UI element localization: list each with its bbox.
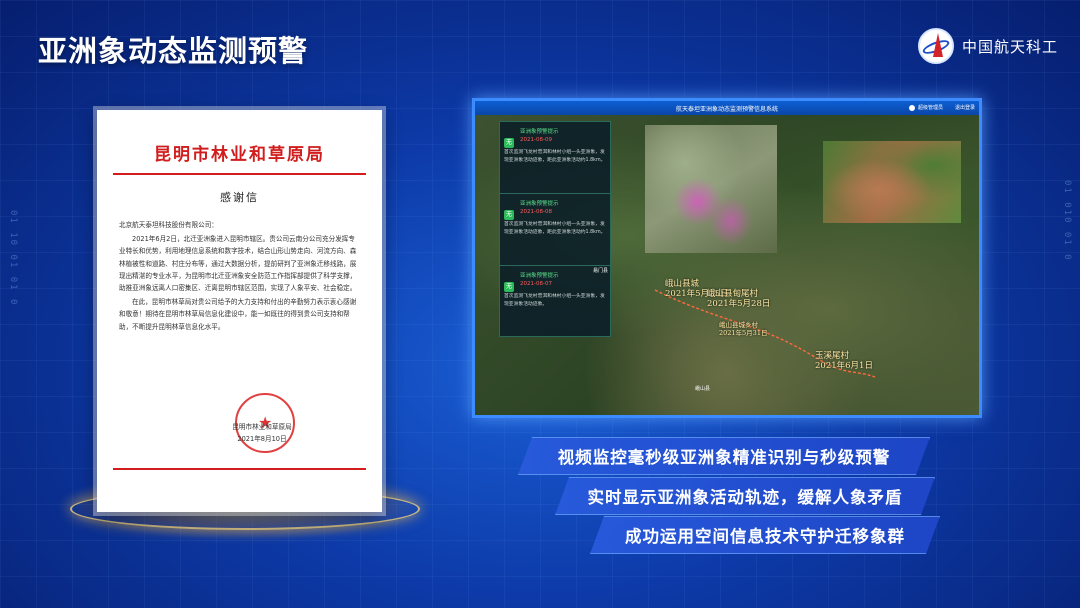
alert-date: 2021-08-09 (520, 137, 552, 143)
letter-org-name: 昆明市林业和草原局 (154, 145, 325, 165)
letter-recipient: 北京航天泰坦科技股份有限公司： (119, 221, 218, 229)
alert-item[interactable]: 无 亚洲象预警提示 2021-08-07 首次监测飞龙村普洱和林村小组一头亚洲象… (500, 266, 610, 338)
letter-signature: 昆明市林业和草原局 2021年8月10日 (222, 421, 302, 445)
decorative-binary-left: 01 10 01 01 0 (8, 210, 18, 307)
user-menu[interactable]: 超级管理员 (908, 104, 943, 111)
signature-org: 昆明市林业和草原局 (232, 423, 292, 431)
alert-item[interactable]: 无 亚洲象预警提示 2021-08-09 首次监测飞龙村普洱和林村小组一头亚洲象… (500, 122, 610, 194)
map-county-label: 峨山县 (695, 386, 711, 392)
casic-logo-icon (917, 28, 954, 64)
user-avatar-icon (908, 104, 915, 111)
alert-title: 亚洲象预警提示 (520, 201, 559, 207)
letter-header-rule (113, 173, 366, 175)
elephant-herd-photo[interactable] (645, 125, 777, 253)
letter-title: 感谢信 (220, 191, 259, 204)
map-location-label: 峨山县甸尾村 2021年5月28日 (707, 289, 771, 309)
page-title: 亚洲象动态监测预警 (38, 34, 309, 68)
map-location-label: 峨山县城乡村 2021年5月31日 (719, 321, 768, 337)
letter-body: 北京航天泰坦科技股份有限公司： 2021年6月2日，北迁亚洲象进入昆明市辖区。贵… (119, 219, 360, 333)
alert-list: 无 亚洲象预警提示 2021-08-09 首次监测飞龙村普洱和林村小组一头亚洲象… (499, 121, 611, 337)
user-label: 超级管理员 (917, 105, 943, 111)
brand-name: 中国航天科工 (961, 37, 1058, 56)
system-screen: 航天泰坦亚洲象动态监测预警信息系统 超级管理员 退出登录 无 亚洲象预警提示 2… (472, 98, 982, 418)
alert-text: 首次监测飞龙村普洱和林村小组一头亚洲象，发现亚洲象活动迹象，距此亚洲象活动约1.… (504, 150, 606, 163)
alert-title: 亚洲象预警提示 (520, 129, 559, 135)
feature-banner-tracking: 实时显示亚洲象活动轨迹，缓解人象矛盾 (555, 477, 935, 515)
alert-date: 2021-08-07 (520, 281, 552, 287)
letter-footer-rule (113, 468, 366, 470)
satellite-map[interactable]: 无 亚洲象预警提示 2021-08-09 首次监测飞龙村普洱和林村小组一头亚洲象… (475, 115, 979, 415)
alert-item[interactable]: 无 亚洲象预警提示 2021-08-08 首次监测飞龙村普洱和林村小组一头亚洲象… (500, 194, 610, 266)
alert-badge: 无 (504, 138, 514, 148)
feature-banner-recognition: 视频监控毫秒级亚洲象精准识别与秒级预警 (518, 437, 930, 475)
alert-date: 2021-08-08 (520, 209, 552, 215)
alert-badge: 无 (504, 210, 514, 220)
alert-text: 首次监测飞龙村普洱和林村小组一头亚洲象，发现亚洲象活动迹象。 (504, 294, 605, 307)
letter-paragraph: 在此，昆明市林草局对贵公司给予的大力支持和付出的辛勤努力表示衷心感谢和敬意！期待… (119, 298, 357, 331)
brand: 中国航天科工 (917, 28, 1058, 64)
map-county-label: 易门县 (593, 268, 609, 274)
elephant-trail-photo[interactable] (823, 141, 961, 223)
decorative-binary-right: 01 010 01 0 (1062, 180, 1072, 262)
thank-you-letter: 昆明市林业和草原局 感谢信 北京航天泰坦科技股份有限公司： 2021年6月2日，… (97, 110, 382, 512)
feature-banner-protection: 成功运用空间信息技术守护迁移象群 (590, 516, 940, 554)
signature-date: 2021年8月10日 (237, 435, 287, 443)
letter-paragraph: 2021年6月2日，北迁亚洲象进入昆明市辖区。贵公司云南分公司充分发挥专业特长和… (119, 235, 357, 293)
alert-text: 首次监测飞龙村普洱和林村小组一头亚洲象，发现亚洲象活动迹象，距此亚洲象活动约1.… (504, 222, 606, 235)
alert-badge: 无 (504, 282, 514, 292)
map-location-label: 玉溪尾村 2021年6月1日 (815, 351, 873, 371)
logout-button[interactable]: 退出登录 (955, 104, 975, 111)
system-title-bar: 航天泰坦亚洲象动态监测预警信息系统 超级管理员 退出登录 (475, 101, 979, 115)
system-title: 航天泰坦亚洲象动态监测预警信息系统 (675, 105, 778, 113)
